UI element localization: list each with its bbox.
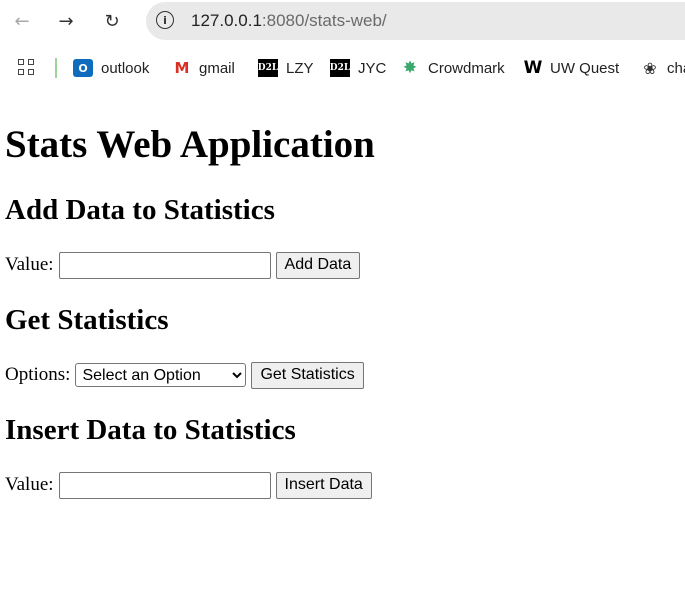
bookmark-lzy[interactable]: D2L LZY bbox=[258, 56, 314, 80]
insert-value-input[interactable] bbox=[58, 471, 271, 499]
w-icon: W bbox=[523, 58, 543, 78]
outlook-icon: O bbox=[73, 59, 93, 77]
bookmark-jyc[interactable]: D2L JYC bbox=[330, 56, 386, 80]
bookmarks-bar: O outlook M gmail D2L LZY D2L JYC ✸ Crow… bbox=[0, 50, 685, 84]
bookmark-separator bbox=[55, 58, 57, 78]
gmail-icon: M bbox=[174, 59, 190, 77]
add-data-button[interactable]: Add Data bbox=[275, 251, 361, 279]
bookmark-label: JYC bbox=[358, 59, 387, 77]
d2l-icon: D2L bbox=[330, 59, 350, 77]
crowdmark-icon: ✸ bbox=[402, 58, 418, 78]
browser-toolbar: ← → ↻ i 127.0.0.1:8080/stats-web/ bbox=[0, 0, 685, 44]
url-path: :8080/stats-web/ bbox=[261, 11, 387, 30]
bookmark-crowdmark[interactable]: ✸ Crowdmark bbox=[400, 56, 505, 80]
insert-data-form: Value: Insert Data bbox=[5, 471, 372, 499]
page-title: Stats Web Application bbox=[5, 123, 375, 166]
add-value-input[interactable] bbox=[58, 251, 271, 279]
bookmark-label: outlook bbox=[101, 59, 150, 77]
forward-arrow-icon[interactable]: → bbox=[50, 6, 82, 36]
bookmark-label: UW Quest bbox=[550, 59, 620, 77]
options-select[interactable]: Select an Option bbox=[75, 363, 247, 387]
apps-grid-icon[interactable] bbox=[18, 59, 36, 77]
add-data-form: Value: Add Data bbox=[5, 251, 361, 279]
bookmark-label: Crowdmark bbox=[428, 59, 505, 77]
get-statistics-form: Options: Select an Option Get Statistics bbox=[5, 361, 364, 389]
add-value-label: Value: bbox=[5, 254, 54, 275]
bookmark-gmail[interactable]: M gmail bbox=[173, 56, 235, 80]
bookmark-label: cha bbox=[667, 59, 685, 77]
get-statistics-heading: Get Statistics bbox=[5, 304, 169, 336]
bookmark-uw-quest[interactable]: W UW Quest bbox=[523, 56, 620, 80]
insert-value-label: Value: bbox=[5, 474, 54, 495]
bookmark-label: LZY bbox=[286, 59, 314, 77]
options-label: Options: bbox=[5, 364, 71, 385]
d2l-icon: D2L bbox=[258, 59, 278, 77]
url-host: 127.0.0.1 bbox=[191, 11, 262, 30]
get-statistics-button[interactable]: Get Statistics bbox=[251, 361, 364, 389]
bookmark-outlook[interactable]: O outlook bbox=[73, 56, 149, 80]
info-icon[interactable]: i bbox=[156, 11, 174, 29]
chatgpt-icon: ❀ bbox=[643, 58, 657, 78]
add-data-heading: Add Data to Statistics bbox=[5, 194, 275, 226]
url-text[interactable]: 127.0.0.1:8080/stats-web/ bbox=[191, 11, 387, 31]
bookmark-label: gmail bbox=[199, 59, 235, 77]
address-bar[interactable]: i 127.0.0.1:8080/stats-web/ bbox=[146, 2, 685, 40]
reload-icon[interactable]: ↻ bbox=[96, 6, 128, 36]
bookmark-chatgpt[interactable]: ❀ cha bbox=[641, 56, 685, 80]
insert-data-heading: Insert Data to Statistics bbox=[5, 414, 296, 446]
back-arrow-icon[interactable]: ← bbox=[6, 6, 38, 36]
insert-data-button[interactable]: Insert Data bbox=[275, 471, 372, 499]
